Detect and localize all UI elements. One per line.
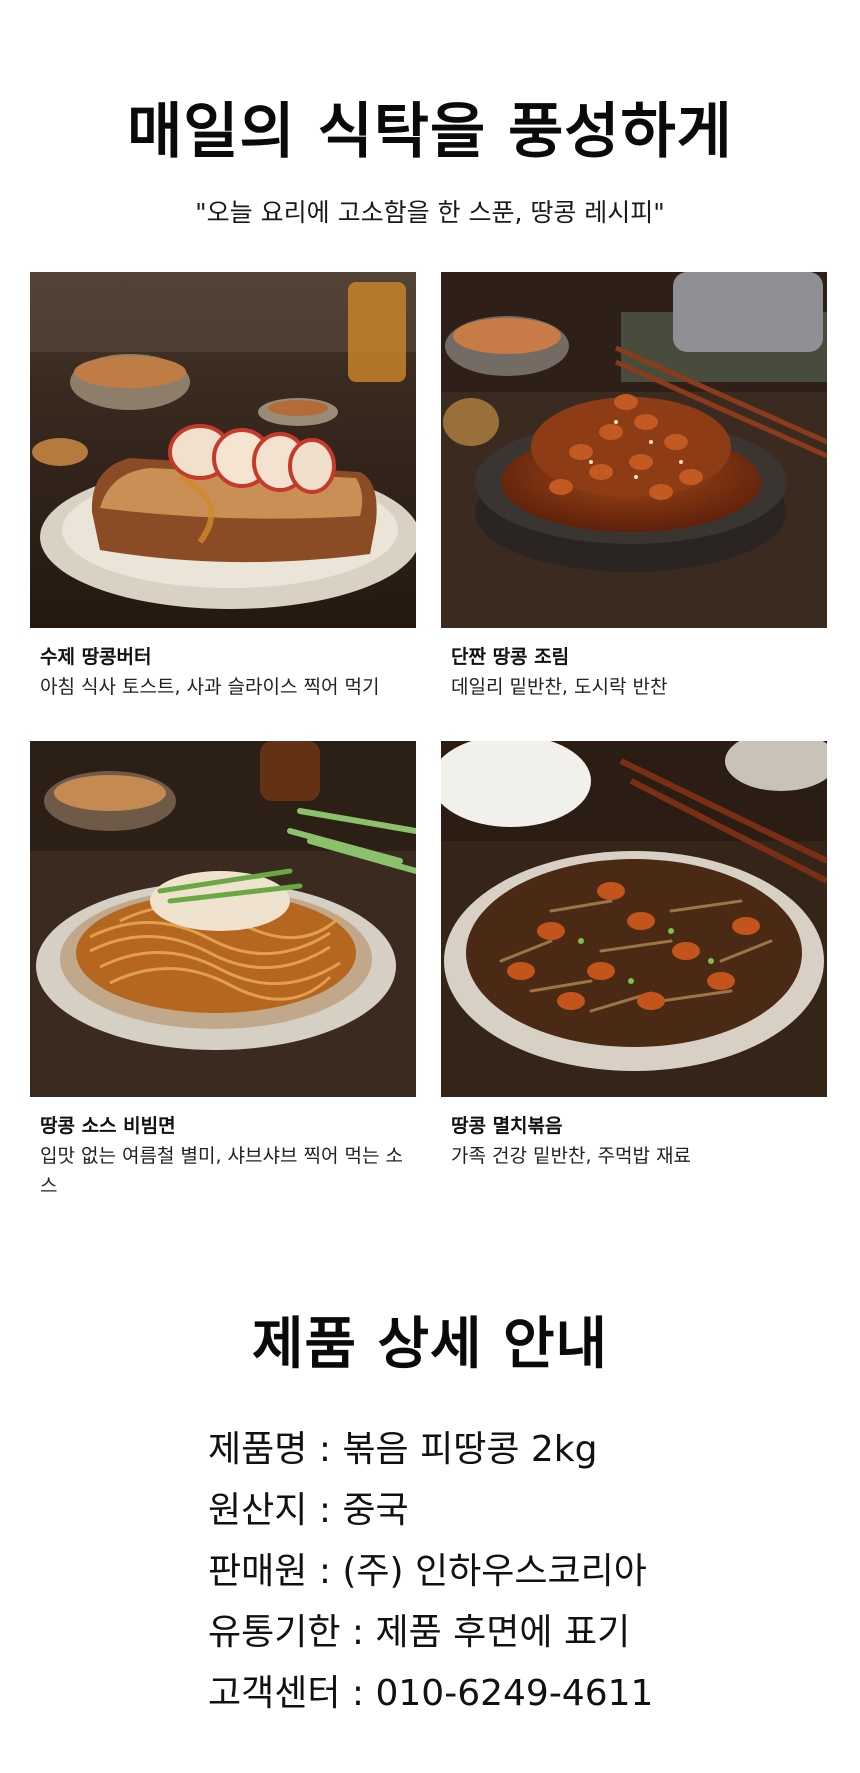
peanut-butter-toast-photo xyxy=(30,272,416,628)
recipe-description: 아침 식사 토스트, 사과 슬라이스 찍어 먹기 xyxy=(40,676,380,698)
spec-label: 판매원 xyxy=(208,1551,342,1592)
recipe-description: 입맛 없는 여름철 별미, 샤브샤브 찍어 먹는 소스 xyxy=(40,1145,403,1197)
recipe-title: 땅콩 멸치볶음 xyxy=(451,1115,563,1137)
spec-product-name: 제품명볶음 피땅콩 2kg xyxy=(208,1427,768,1473)
spec-expiration: 유통기한제품 후면에 표기 xyxy=(208,1610,768,1656)
recipe-card: 단짠 땅콩 조림 데일리 밑반찬, 도시락 반찬 xyxy=(441,272,827,702)
spec-origin: 원산지중국 xyxy=(208,1488,768,1534)
recipe-title: 수제 땅콩버터 xyxy=(40,646,152,668)
recipe-card: 수제 땅콩버터 아침 식사 토스트, 사과 슬라이스 찍어 먹기 xyxy=(30,272,416,702)
spec-label: 원산지 xyxy=(208,1490,342,1531)
spec-value: 010-6249-4611 xyxy=(375,1673,654,1714)
recipe-card: 땅콩 소스 비빔면 입맛 없는 여름철 별미, 샤브샤브 찍어 먹는 소스 xyxy=(30,741,416,1201)
section-title: 매일의 식탁을 풍성하게 xyxy=(127,97,733,167)
recipe-description: 데일리 밑반찬, 도시락 반찬 xyxy=(451,676,668,698)
spec-value: 중국 xyxy=(342,1490,409,1531)
spec-value: (주) 인하우스코리아 xyxy=(342,1551,647,1592)
peanut-sauce-noodles-photo xyxy=(30,741,416,1097)
spec-label: 제품명 xyxy=(208,1429,342,1470)
recipe-description: 가족 건강 밑반찬, 주먹밥 재료 xyxy=(451,1145,691,1167)
spec-label: 유통기한 xyxy=(208,1612,376,1653)
anchovy-peanut-stirfry-photo xyxy=(441,741,827,1097)
spec-label: 고객센터 xyxy=(208,1673,376,1714)
spec-value: 제품 후면에 표기 xyxy=(375,1612,631,1653)
recipe-title: 땅콩 소스 비빔면 xyxy=(40,1115,176,1137)
spec-customer-center: 고객센터010-6249-4611 xyxy=(208,1671,768,1717)
spec-value: 볶음 피땅콩 2kg xyxy=(342,1429,598,1470)
section-subtitle: "오늘 요리에 고소함을 한 스푼, 땅콩 레시피" xyxy=(195,198,665,227)
braised-peanuts-photo xyxy=(441,272,827,628)
product-details-title: 제품 상세 안내 xyxy=(251,1312,609,1377)
recipe-card: 땅콩 멸치볶음 가족 건강 밑반찬, 주먹밥 재료 xyxy=(441,741,827,1171)
recipe-title: 단짠 땅콩 조림 xyxy=(451,646,570,668)
spec-seller: 판매원(주) 인하우스코리아 xyxy=(208,1549,768,1595)
